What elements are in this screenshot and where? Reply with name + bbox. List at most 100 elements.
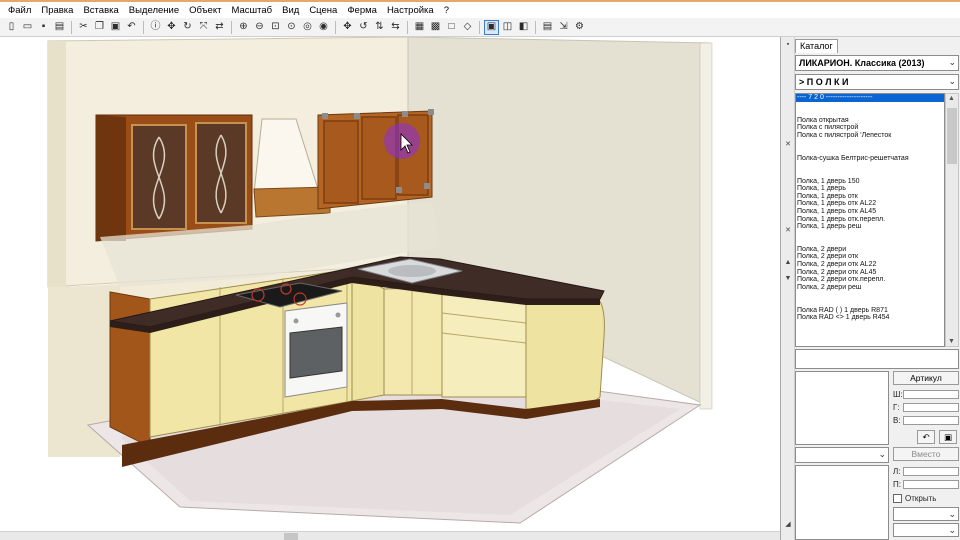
list-scrollbar[interactable]: ▲ ▼ xyxy=(945,93,959,347)
view-shade-icon[interactable]: ◧ xyxy=(516,20,531,35)
list-item[interactable]: Полка, 1 дверь отк.перепл. xyxy=(796,216,944,224)
paste-icon[interactable]: ▣ xyxy=(108,20,123,35)
list-item[interactable]: ---- 7 2 0 -------------------- xyxy=(796,94,944,102)
zoom-selection-icon[interactable]: ◉ xyxy=(316,20,331,35)
collapse-icon[interactable]: ✕ xyxy=(784,141,792,149)
list-item[interactable]: Полка, 2 двери реш xyxy=(796,284,944,292)
open-checkbox[interactable] xyxy=(893,494,902,503)
catalog-select[interactable]: ЛИКАРИОН. Классика (2013) ⌄ xyxy=(795,55,959,71)
look-icon[interactable]: ⇆ xyxy=(388,20,403,35)
menu-item[interactable]: Вид xyxy=(277,5,304,16)
list-item[interactable] xyxy=(796,102,944,110)
collapse-icon[interactable]: ✕ xyxy=(784,227,792,235)
menu-item[interactable]: Ферма xyxy=(342,5,382,16)
menu-item[interactable]: Выделение xyxy=(124,5,184,16)
chevron-up-icon[interactable]: ▲ xyxy=(784,259,792,267)
replace-button[interactable]: Вместо xyxy=(893,447,959,461)
place-icon[interactable]: ▣ xyxy=(939,430,957,444)
list-item[interactable]: Полка, 2 двери отк xyxy=(796,253,944,261)
zoom-all-icon[interactable]: ⊙ xyxy=(284,20,299,35)
menu-item[interactable]: Сцена xyxy=(304,5,342,16)
left-field[interactable] xyxy=(903,467,959,476)
list-item[interactable]: Полка, 1 дверь отк AL22 xyxy=(796,200,944,208)
list-item[interactable] xyxy=(796,231,944,239)
open-select-1[interactable]: ⌄ xyxy=(893,507,959,521)
menu-item[interactable]: Объект xyxy=(184,5,226,16)
list-item[interactable]: Полка с пилястрой 'Лепесток xyxy=(796,132,944,140)
list-item[interactable]: Полка, 2 двери отк AL22 xyxy=(796,261,944,269)
menu-item[interactable]: ? xyxy=(439,5,454,16)
list-item[interactable] xyxy=(796,299,944,307)
menu-item[interactable]: Настройка xyxy=(382,5,439,16)
viewport-horizontal-scrollbar[interactable] xyxy=(0,531,780,540)
list-item[interactable]: Полка, 2 двери отк.перепл. xyxy=(796,276,944,284)
list-item[interactable]: Полка, 2 двери отк AL45 xyxy=(796,269,944,277)
scrollbar-thumb[interactable] xyxy=(947,108,957,164)
tab-catalog[interactable]: Каталог xyxy=(795,39,838,53)
list-item[interactable]: Полка, 1 дверь реш xyxy=(796,223,944,231)
scrollbar-thumb[interactable] xyxy=(284,533,298,540)
print-icon[interactable]: ▤ xyxy=(52,20,67,35)
menu-item[interactable]: Вставка xyxy=(78,5,123,16)
copy-icon[interactable]: ❐ xyxy=(92,20,107,35)
undo-icon[interactable]: ↶ xyxy=(917,430,935,444)
pin-icon[interactable]: ▪ xyxy=(784,41,792,49)
zoom-out-icon[interactable]: ⊖ xyxy=(252,20,267,35)
chevron-down-icon[interactable]: ▼ xyxy=(948,338,955,345)
right-field[interactable] xyxy=(903,480,959,489)
chevron-up-icon[interactable]: ▲ xyxy=(948,95,955,102)
orbit-icon[interactable]: ↺ xyxy=(356,20,371,35)
save-icon[interactable]: ▪ xyxy=(36,20,51,35)
list-item[interactable] xyxy=(796,291,944,299)
info-icon[interactable]: ⓘ xyxy=(148,20,163,35)
scale-icon[interactable]: ⤧ xyxy=(196,20,211,35)
list-item[interactable]: Полка, 1 дверь 150 xyxy=(796,178,944,186)
view-wire-icon[interactable]: ◫ xyxy=(500,20,515,35)
view-3d-icon[interactable]: ▣ xyxy=(484,19,499,35)
variant-select[interactable]: ⌄ xyxy=(795,447,889,463)
section-select[interactable]: > П О Л К И ⌄ xyxy=(795,74,959,90)
list-item[interactable]: Полка с пилястрой xyxy=(796,124,944,132)
kitchen-scene[interactable] xyxy=(0,37,780,531)
list-item[interactable] xyxy=(796,109,944,117)
render-icon[interactable]: ▩ xyxy=(428,20,443,35)
export-icon[interactable]: ⇲ xyxy=(556,20,571,35)
resize-grip-icon[interactable]: ◢ xyxy=(784,521,792,529)
list-item[interactable]: Полка, 1 дверь отк xyxy=(796,193,944,201)
pan-icon[interactable]: ✥ xyxy=(340,20,355,35)
list-item[interactable]: Полка, 1 дверь отк AL45 xyxy=(796,208,944,216)
list-item[interactable] xyxy=(796,238,944,246)
catalog-item-list[interactable]: ---- 7 2 0 -------------------- Полка отк… xyxy=(795,93,945,347)
rotate-icon[interactable]: ↻ xyxy=(180,20,195,35)
list-item[interactable] xyxy=(796,162,944,170)
3d-viewport[interactable] xyxy=(0,37,780,531)
open-select-2[interactable]: ⌄ xyxy=(893,523,959,537)
article-button[interactable]: Артикул xyxy=(893,371,959,385)
menu-item[interactable]: Правка xyxy=(36,5,78,16)
mirror-icon[interactable]: ⇄ xyxy=(212,20,227,35)
height-field[interactable] xyxy=(903,416,959,425)
list-item[interactable]: Полка, 2 двери xyxy=(796,246,944,254)
depth-field[interactable] xyxy=(903,403,959,412)
walk-icon[interactable]: ⇅ xyxy=(372,20,387,35)
menu-item[interactable]: Файл xyxy=(3,5,36,16)
frame-icon[interactable]: □ xyxy=(444,20,459,35)
light-icon[interactable]: ◇ xyxy=(460,20,475,35)
list-item[interactable]: Полка-сушка Белтрис-решетчатая xyxy=(796,155,944,163)
list-item[interactable] xyxy=(796,147,944,155)
list-item[interactable] xyxy=(796,140,944,148)
list-item[interactable]: Полка RAD <> 1 дверь R454 xyxy=(796,314,944,322)
list-item[interactable]: Полка RAD ( ) 1 дверь R871 xyxy=(796,307,944,315)
menu-item[interactable]: Масштаб xyxy=(226,5,277,16)
list-item[interactable]: Полка, 1 дверь xyxy=(796,185,944,193)
list-item[interactable] xyxy=(796,170,944,178)
width-field[interactable] xyxy=(903,390,959,399)
chevron-down-icon[interactable]: ▼ xyxy=(784,275,792,283)
new-file-icon[interactable]: ▯ xyxy=(4,20,19,35)
zoom-window-icon[interactable]: ⊡ xyxy=(268,20,283,35)
settings-icon[interactable]: ⚙ xyxy=(572,20,587,35)
cut-icon[interactable]: ✂ xyxy=(76,20,91,35)
open-folder-icon[interactable]: ▭ xyxy=(20,20,35,35)
move-icon[interactable]: ✥ xyxy=(164,20,179,35)
undo-icon[interactable]: ↶ xyxy=(124,20,139,35)
